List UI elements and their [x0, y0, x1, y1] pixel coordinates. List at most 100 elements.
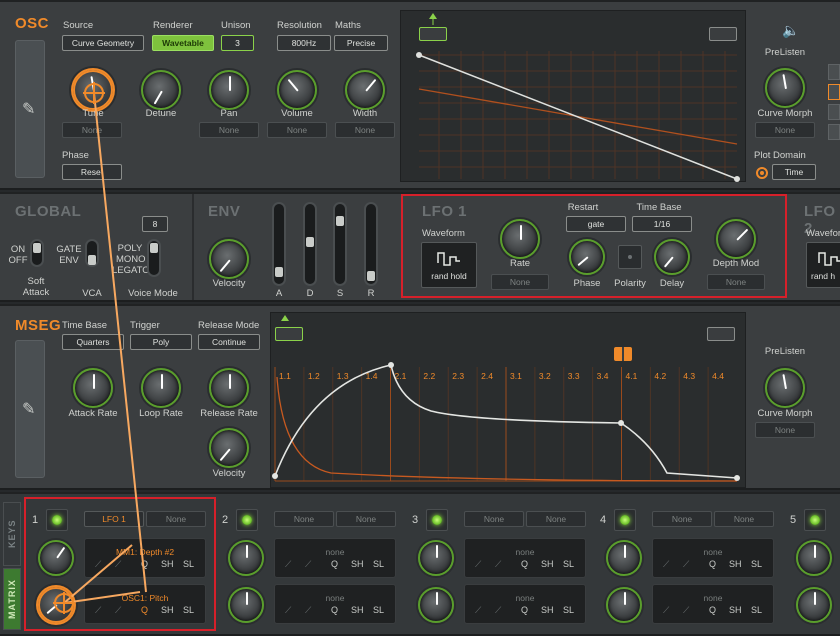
- source-select[interactable]: Curve Geometry: [62, 35, 144, 51]
- matrix-destination[interactable]: none ⟋ ⟋ Q SH SL: [464, 538, 586, 578]
- matrix-depth2-knob[interactable]: [228, 587, 264, 623]
- quantize-toggle[interactable]: Q: [521, 559, 528, 569]
- mseg-draw-button[interactable]: ✎: [15, 340, 45, 478]
- matrix-destination[interactable]: none ⟋ ⟋ Q SH SL: [274, 538, 396, 578]
- release-rate-knob[interactable]: [209, 368, 249, 408]
- sample-hold-toggle[interactable]: SH: [541, 605, 554, 615]
- matrix-depth-knob[interactable]: [418, 540, 454, 576]
- matrix-destination-label: none: [703, 547, 723, 557]
- voices-field[interactable]: 8: [142, 216, 168, 232]
- led-icon: [242, 515, 252, 525]
- slew-toggle[interactable]: SL: [563, 605, 574, 615]
- env-slider-a[interactable]: [272, 202, 286, 286]
- osc-draw-button[interactable]: ✎: [15, 40, 45, 178]
- resolution-select[interactable]: 800Hz: [277, 35, 331, 51]
- curve-morph-knob[interactable]: [765, 68, 805, 108]
- volume-knob[interactable]: [277, 70, 317, 110]
- unison-field[interactable]: 3: [221, 35, 254, 51]
- attack-rate-knob[interactable]: [73, 368, 113, 408]
- side-btn-4[interactable]: [828, 124, 840, 140]
- matrix-source-select[interactable]: None: [652, 511, 712, 527]
- side-btn-2[interactable]: [828, 84, 840, 100]
- mseg-curve-morph-mod[interactable]: None: [755, 422, 815, 438]
- voice-mode-toggle[interactable]: [147, 239, 161, 277]
- matrix-slot-enable[interactable]: [804, 509, 826, 531]
- matrix-destination[interactable]: none ⟋ ⟋ Q SH SL: [652, 538, 774, 578]
- tab-matrix[interactable]: MATRIX: [3, 568, 21, 630]
- quantize-toggle[interactable]: Q: [521, 605, 528, 615]
- quantize-toggle[interactable]: Q: [331, 605, 338, 615]
- matrix-slot-enable[interactable]: [614, 509, 636, 531]
- matrix-slot-enable[interactable]: [426, 509, 448, 531]
- mseg-curve-morph-knob[interactable]: [765, 368, 805, 408]
- mseg-velocity-knob[interactable]: [209, 428, 249, 468]
- soft-attack-toggle[interactable]: [30, 239, 44, 267]
- legato-label: LEGATO: [112, 265, 150, 276]
- mseg-release-select[interactable]: Continue: [198, 334, 260, 350]
- curve-morph-mod[interactable]: None: [755, 122, 815, 138]
- plot-domain-select[interactable]: Time: [772, 164, 816, 180]
- mseg-graph[interactable]: 1.1 1.2 1.3 1.4 2.1 2.2 2.3 2.4 3.1 3.2 3.3 3.4 4.1 4…: [270, 312, 746, 488]
- matrix-via-select[interactable]: None: [526, 511, 586, 527]
- mseg-timebase-select[interactable]: Quarters: [62, 334, 124, 350]
- phase-select[interactable]: Reset: [62, 164, 122, 180]
- matrix-source-select[interactable]: None: [464, 511, 524, 527]
- mseg-start-handle[interactable]: [275, 327, 303, 341]
- slew-toggle[interactable]: SL: [751, 605, 762, 615]
- matrix-depth2-knob[interactable]: [418, 587, 454, 623]
- lfo2-waveform-select[interactable]: rand h: [806, 242, 840, 288]
- pan-knob[interactable]: [209, 70, 249, 110]
- side-btn-3[interactable]: [828, 104, 840, 120]
- volume-mod[interactable]: None: [267, 122, 327, 138]
- global-title: GLOBAL: [15, 203, 82, 220]
- matrix-destination[interactable]: none ⟋ ⟋ Q SH SL: [652, 584, 774, 624]
- env-slider-d[interactable]: [303, 202, 317, 286]
- env-slider-s[interactable]: [333, 202, 347, 286]
- osc-start-handle[interactable]: [419, 27, 447, 41]
- mseg-trigger-select[interactable]: Poly: [130, 334, 192, 350]
- matrix-depth2-knob[interactable]: [606, 587, 642, 623]
- mseg-grid-label: 2.2: [423, 371, 435, 381]
- slew-toggle[interactable]: SL: [751, 559, 762, 569]
- sample-hold-toggle[interactable]: SH: [541, 559, 554, 569]
- maths-select[interactable]: Precise: [334, 35, 388, 51]
- matrix-via-select[interactable]: None: [714, 511, 774, 527]
- vca-toggle[interactable]: [85, 239, 99, 267]
- pan-mod[interactable]: None: [199, 122, 259, 138]
- matrix-depth-knob[interactable]: [796, 540, 832, 576]
- width-knob[interactable]: [345, 70, 385, 110]
- width-mod[interactable]: None: [335, 122, 395, 138]
- plot-domain-radio[interactable]: [756, 167, 768, 179]
- quantize-toggle[interactable]: Q: [709, 559, 716, 569]
- loop-rate-knob[interactable]: [141, 368, 181, 408]
- matrix-depth-knob[interactable]: [606, 540, 642, 576]
- env-velocity-knob[interactable]: [209, 239, 249, 279]
- matrix-depth-knob[interactable]: [228, 540, 264, 576]
- matrix-source-select[interactable]: None: [274, 511, 334, 527]
- tune-knob[interactable]: [73, 70, 113, 110]
- mseg-end-handle[interactable]: [707, 327, 735, 341]
- sample-hold-toggle[interactable]: SH: [729, 559, 742, 569]
- renderer-select[interactable]: Wavetable: [152, 35, 214, 51]
- env-slider-r[interactable]: [364, 202, 378, 286]
- matrix-depth2-knob[interactable]: [796, 587, 832, 623]
- osc-end-handle[interactable]: [709, 27, 737, 41]
- tab-keys[interactable]: KEYS: [3, 502, 21, 566]
- loop-marker-icon[interactable]: [614, 347, 632, 361]
- sample-hold-toggle[interactable]: SH: [351, 559, 364, 569]
- slew-toggle[interactable]: SL: [373, 559, 384, 569]
- tune-mod[interactable]: None: [62, 122, 122, 138]
- matrix-slot-enable[interactable]: [236, 509, 258, 531]
- matrix-destination[interactable]: none ⟋ ⟋ Q SH SL: [274, 584, 396, 624]
- sample-hold-toggle[interactable]: SH: [729, 605, 742, 615]
- side-btn-1[interactable]: [828, 64, 840, 80]
- matrix-destination[interactable]: none ⟋ ⟋ Q SH SL: [464, 584, 586, 624]
- quantize-toggle[interactable]: Q: [331, 559, 338, 569]
- quantize-toggle[interactable]: Q: [709, 605, 716, 615]
- sample-hold-toggle[interactable]: SH: [351, 605, 364, 615]
- detune-knob[interactable]: [141, 70, 181, 110]
- matrix-via-select[interactable]: None: [336, 511, 396, 527]
- osc-graph[interactable]: [400, 10, 746, 182]
- slew-toggle[interactable]: SL: [563, 559, 574, 569]
- slew-toggle[interactable]: SL: [373, 605, 384, 615]
